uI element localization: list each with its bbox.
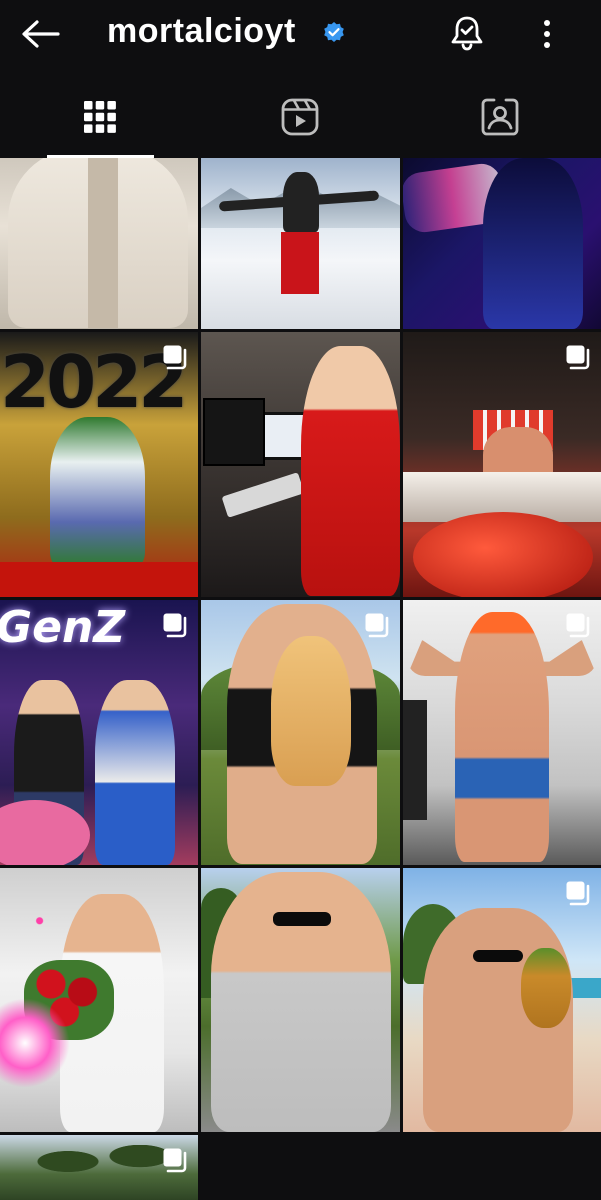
photo-legs	[281, 232, 319, 294]
post-thumbnail[interactable]	[403, 868, 601, 1132]
tab-tagged[interactable]	[400, 76, 600, 158]
photo-monitor-2	[203, 398, 265, 466]
photo-sunglasses	[473, 950, 523, 962]
post-thumbnail[interactable]	[403, 332, 601, 597]
post-thumbnail[interactable]	[0, 158, 198, 329]
notifications-button[interactable]	[447, 12, 487, 54]
photo-subject	[483, 158, 583, 329]
arrow-left-icon	[22, 20, 60, 48]
photo-sunglasses	[273, 912, 331, 926]
multiple-photos-icon	[163, 613, 187, 638]
photo-pink-glow	[0, 998, 70, 1088]
tab-posts[interactable]	[0, 76, 200, 158]
more-options-button[interactable]	[530, 14, 564, 54]
profile-tab-bar	[0, 76, 601, 158]
tagged-person-icon	[481, 98, 519, 136]
post-thumbnail[interactable]	[201, 332, 400, 597]
reels-icon	[281, 98, 319, 136]
post-thumbnail[interactable]: 2022	[0, 332, 198, 597]
post-thumbnail[interactable]	[201, 868, 400, 1132]
post-thumbnail[interactable]	[201, 158, 400, 329]
photo-subject	[211, 872, 391, 1132]
multiple-photos-icon	[163, 1148, 187, 1173]
more-vertical-icon	[544, 20, 550, 48]
multiple-photos-icon	[566, 613, 590, 638]
post-thumbnail[interactable]	[0, 868, 198, 1132]
posts-grid: 2022 GenZ	[0, 158, 601, 1200]
photo-puppy	[271, 636, 351, 786]
multiple-photos-icon	[163, 345, 187, 370]
photo-subject	[455, 612, 549, 862]
photo-neon-sign: GenZ	[0, 602, 126, 653]
multiple-photos-icon	[566, 345, 590, 370]
profile-header: mortalcioyt	[0, 0, 601, 70]
photo-palms	[20, 1145, 180, 1200]
photo-float	[413, 512, 593, 597]
multiple-photos-icon	[365, 613, 389, 638]
photo-pineapple	[521, 948, 571, 1028]
photo-subject-right	[95, 680, 175, 865]
post-thumbnail[interactable]: GenZ	[0, 600, 198, 865]
back-button[interactable]	[18, 14, 62, 54]
tab-reels[interactable]	[200, 76, 400, 158]
post-thumbnail[interactable]	[403, 600, 601, 865]
post-thumbnail[interactable]	[0, 1135, 198, 1200]
post-thumbnail[interactable]	[403, 158, 601, 329]
grid-icon	[84, 101, 116, 133]
photo-lamp	[403, 700, 427, 820]
bell-check-icon	[451, 16, 483, 51]
photo-red-carpet	[0, 562, 198, 597]
photo-keyboard	[221, 472, 305, 518]
profile-username: mortalcioyt	[107, 12, 296, 50]
multiple-photos-icon	[566, 881, 590, 906]
photo-shirt	[88, 158, 118, 328]
verified-badge-icon	[322, 21, 346, 45]
photo-subject	[50, 417, 145, 567]
photo-subject	[301, 346, 400, 596]
post-thumbnail[interactable]	[201, 600, 400, 865]
